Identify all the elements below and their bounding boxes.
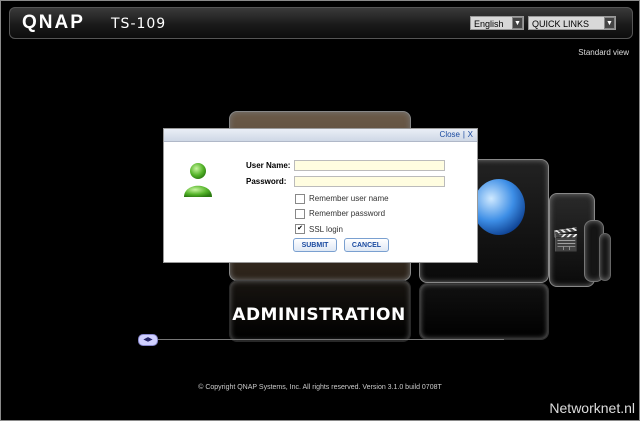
- remember-password-label: Remember password: [309, 209, 386, 218]
- brand-logo: QNAP: [22, 12, 85, 33]
- ssl-login-checkbox[interactable]: ✔: [295, 224, 305, 234]
- close-icon[interactable]: X: [468, 130, 473, 139]
- remember-user-label: Remember user name: [309, 194, 389, 203]
- close-separator: |: [462, 130, 465, 139]
- login-dialog: Close | X User Name: Password: Remember …: [163, 128, 478, 263]
- user-icon: [184, 163, 212, 197]
- quick-links-select[interactable]: QUICK LINKS ▼: [528, 16, 616, 30]
- password-input[interactable]: [294, 176, 445, 187]
- username-input[interactable]: [294, 160, 445, 171]
- language-select[interactable]: English ▼: [470, 16, 524, 30]
- top-header: QNAP TS-109 English ▼ QUICK LINKS ▼: [9, 7, 633, 39]
- chevron-down-icon: ▼: [604, 17, 615, 29]
- carousel-slider-handle[interactable]: ◀▶: [138, 334, 158, 346]
- ssl-login-label: SSL login: [309, 225, 343, 234]
- model-name: TS-109: [111, 16, 167, 32]
- remember-user-checkbox[interactable]: [295, 194, 305, 204]
- copyright-text: © Copyright QNAP Systems, Inc. All right…: [198, 384, 442, 391]
- tile-next-2[interactable]: [599, 233, 611, 281]
- cancel-button[interactable]: CANCEL: [344, 238, 389, 252]
- globe-icon: [473, 179, 525, 235]
- page-frame: QNAP TS-109 English ▼ QUICK LINKS ▼ Stan…: [0, 0, 640, 421]
- active-tile-label: ADMINISTRATION: [232, 305, 406, 325]
- remember-password-checkbox[interactable]: [295, 209, 305, 219]
- submit-button[interactable]: SUBMIT: [293, 238, 337, 252]
- chevron-down-icon: ▼: [512, 17, 523, 29]
- language-select-value: English: [474, 19, 504, 29]
- close-link[interactable]: Close: [440, 130, 460, 139]
- password-label: Password:: [246, 177, 287, 186]
- dialog-titlebar: Close | X: [164, 129, 477, 142]
- clapperboard-icon: 🎬: [552, 227, 580, 252]
- carousel-slider-track[interactable]: [149, 339, 504, 340]
- watermark: Networknet.nl: [549, 400, 635, 416]
- tile-web-reflection: [419, 283, 549, 340]
- standard-view-link[interactable]: Standard view: [578, 48, 629, 57]
- quick-links-select-value: QUICK LINKS: [532, 19, 590, 29]
- username-label: User Name:: [246, 161, 291, 170]
